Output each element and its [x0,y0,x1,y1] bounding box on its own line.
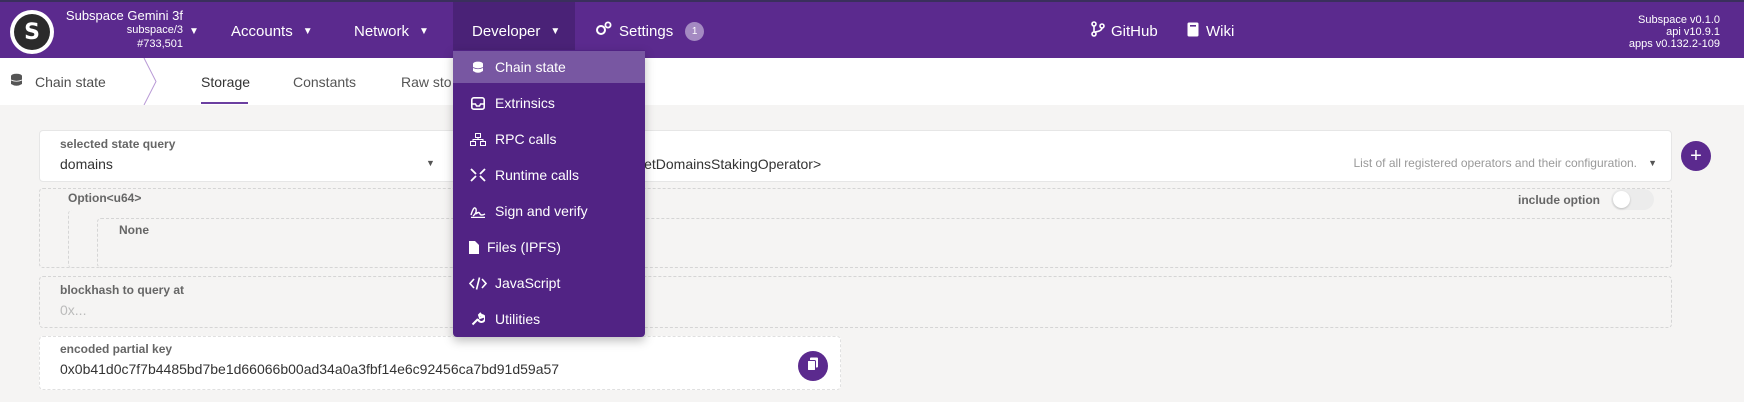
book-icon [1187,22,1199,41]
menu-item-javascript[interactable]: JavaScript [453,267,645,299]
menu-item-chain-state[interactable]: Chain state [453,51,645,83]
active-tab-indicator [201,102,248,104]
chevron-down-icon[interactable]: ▼ [189,26,199,37]
api-version: api v10.9.1 [1666,26,1720,38]
chevron-down-icon: ▼ [550,25,561,37]
developer-dropdown-menu: Chain state Extrinsics RPC calls Runtime… [453,50,645,337]
menu-item-sign-and-verify[interactable]: Sign and verify [453,195,645,227]
inbox-icon [469,96,487,110]
plus-icon: + [1690,144,1702,167]
menu-item-label: RPC calls [495,131,557,147]
chevron-down-icon: ▼ [302,25,313,37]
apps-version: apps v0.132.2-109 [1628,38,1720,50]
wrench-icon [469,312,487,326]
breadcrumb-chevron [143,58,157,105]
subspace-logo-icon[interactable]: S [10,10,54,54]
method-dropdown-caret-icon[interactable]: ▼ [1648,158,1657,168]
state-query-selector: selected state query domains ▼ letDomain… [39,130,1672,182]
menu-item-label: Files (IPFS) [487,239,561,255]
menu-item-utilities[interactable]: Utilities [453,303,645,335]
runtime-version: Subspace v0.1.0 [1638,14,1720,26]
database-icon [10,73,23,90]
menu-item-runtime-calls[interactable]: Runtime calls [453,159,645,191]
breadcrumb: Chain state [10,73,106,90]
include-option-toggle[interactable] [1611,189,1654,210]
sub-navbar: Chain state Storage Constants Raw sto [0,58,1744,105]
nav-settings-label: Settings [619,22,674,40]
method-description: List of all registered operators and the… [1353,156,1638,170]
param-type-label: Option<u64> [68,191,142,205]
menu-item-label: Extrinsics [495,95,555,111]
nav-accounts-label: Accounts [231,22,293,40]
version-info: Subspace v0.1.0 api v10.9.1 apps v0.132.… [1629,14,1720,50]
tab-raw-storage[interactable]: Raw sto [401,74,452,90]
encoded-key-label: encoded partial key [60,342,173,356]
menu-item-label: Sign and verify [495,203,588,219]
include-option-label: include option [1518,193,1600,207]
arrows-icon [469,168,487,182]
network-icon [469,132,487,146]
nav-accounts[interactable]: Accounts ▼ [231,2,313,60]
chain-block: #733,501 [137,38,183,50]
nav-github-link[interactable]: GitHub [1091,2,1158,60]
menu-item-label: JavaScript [495,275,561,291]
blockhash-field [39,276,1672,328]
file-icon [469,240,479,254]
blockhash-label: blockhash to query at [60,283,185,297]
github-label: GitHub [1111,22,1158,40]
selected-query-label: selected state query [60,137,176,151]
chain-selector[interactable]: Subspace Gemini 3f subspace/3 #733,501 [64,9,183,51]
option-value-box [97,218,1672,268]
wiki-label: Wiki [1206,22,1235,40]
settings-badge: 1 [685,21,705,41]
chain-runtime: subspace/3 [126,24,183,36]
menu-item-files-ipfs[interactable]: Files (IPFS) [453,231,645,263]
menu-item-extrinsics[interactable]: Extrinsics [453,87,645,119]
logo-letter: S [14,14,50,50]
method-select-value[interactable]: letDomainsStakingOperator> [641,156,821,172]
menu-item-label: Utilities [495,311,541,327]
chevron-down-icon: ▼ [419,25,429,37]
chain-name: Subspace Gemini 3f [65,8,183,23]
nav-network[interactable]: Network ▼ [354,2,429,60]
menu-item-rpc-calls[interactable]: RPC calls [453,123,645,155]
nav-network-label: Network [354,22,410,40]
tab-constants[interactable]: Constants [293,74,356,90]
git-branch-icon [1091,21,1105,41]
nav-developer-label: Developer [472,22,541,40]
copy-button[interactable] [798,351,828,381]
gears-icon [595,21,613,41]
section-title: Chain state [35,73,106,90]
none-label: None [119,223,149,237]
add-query-button[interactable]: + [1681,141,1711,171]
copy-icon [807,357,819,376]
module-select-value[interactable]: domains [60,156,113,172]
menu-item-label: Runtime calls [495,167,580,183]
tab-storage[interactable]: Storage [201,74,250,90]
database-icon [469,61,487,74]
code-icon [469,276,487,290]
toggle-knob [1613,191,1630,208]
top-navbar: S Subspace Gemini 3f subspace/3 #733,501… [0,0,1744,60]
encoded-key-value: 0x0b41d0c7f7b4485bd7be1d66066b00ad34a0a3… [60,361,560,377]
module-dropdown-caret-icon[interactable]: ▼ [426,158,435,168]
blockhash-input[interactable]: 0x... [60,302,86,318]
signature-icon [469,205,487,218]
menu-item-label: Chain state [495,59,566,75]
nav-wiki-link[interactable]: Wiki [1187,2,1234,60]
